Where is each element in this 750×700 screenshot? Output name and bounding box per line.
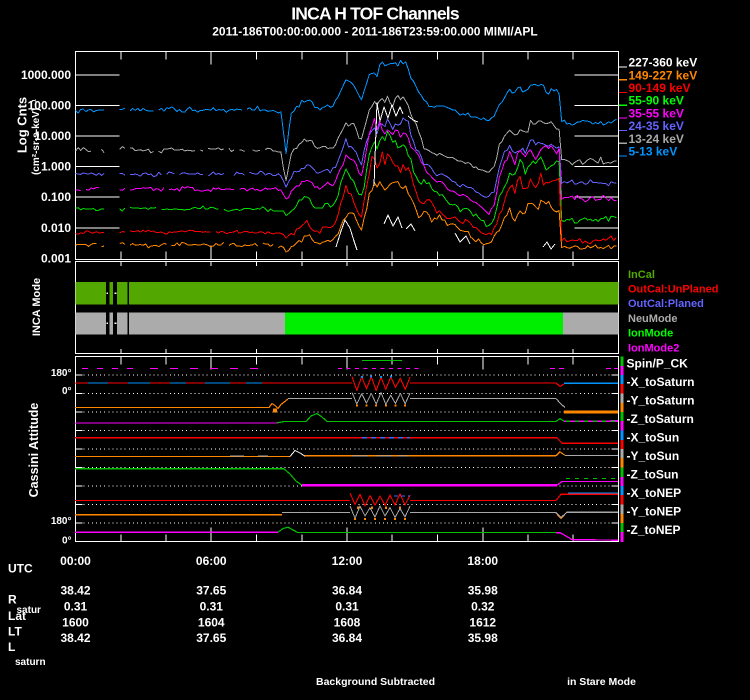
svg-text:0.31: 0.31 bbox=[200, 600, 224, 614]
svg-text:IonMode2: IonMode2 bbox=[628, 342, 679, 354]
svg-text:IonMode: IonMode bbox=[628, 328, 673, 340]
svg-text:Cassini Attitude: Cassini Attitude bbox=[27, 403, 41, 498]
svg-text:2011-186T00:00:00.000 - 2011-1: 2011-186T00:00:00.000 - 2011-186T23:59:0… bbox=[212, 25, 538, 39]
svg-text:Log Cnts: Log Cnts bbox=[15, 97, 30, 153]
svg-text:LT: LT bbox=[8, 625, 22, 639]
svg-text:1.000: 1.000 bbox=[41, 160, 71, 174]
svg-text:180°: 180° bbox=[51, 368, 72, 379]
svg-text:0.32: 0.32 bbox=[471, 600, 495, 614]
svg-text:18:00: 18:00 bbox=[467, 554, 498, 568]
svg-text:5-13 keV: 5-13 keV bbox=[629, 145, 678, 159]
svg-text:180°: 180° bbox=[51, 516, 72, 527]
svg-text:OutCal:UnPlaned: OutCal:UnPlaned bbox=[628, 284, 718, 296]
svg-text:35.98: 35.98 bbox=[468, 631, 498, 645]
svg-text:Lat: Lat bbox=[8, 609, 26, 623]
svg-text:12:00: 12:00 bbox=[332, 554, 363, 568]
svg-text:36.84: 36.84 bbox=[332, 631, 362, 645]
svg-text:1600: 1600 bbox=[62, 615, 89, 629]
svg-text:INCA Mode: INCA Mode bbox=[31, 278, 43, 336]
svg-text:-Z_toSun: -Z_toSun bbox=[627, 468, 679, 482]
svg-text:0.010: 0.010 bbox=[41, 221, 71, 235]
svg-text:-Z_toSaturn: -Z_toSaturn bbox=[627, 412, 694, 426]
svg-text:(cm²-sr-s-keV)¯¹: (cm²-sr-s-keV)¯¹ bbox=[30, 98, 42, 175]
svg-text:InCal: InCal bbox=[628, 269, 655, 281]
svg-text:-X_toNEP: -X_toNEP bbox=[627, 486, 682, 500]
svg-text:-Y_toNEP: -Y_toNEP bbox=[627, 505, 682, 519]
svg-text:-X_toSun: -X_toSun bbox=[627, 431, 680, 445]
svg-text:in Stare Mode: in Stare Mode bbox=[567, 676, 636, 688]
svg-text:UTC: UTC bbox=[8, 562, 33, 576]
svg-text:NeuMode: NeuMode bbox=[628, 313, 678, 325]
svg-text:0.31: 0.31 bbox=[64, 600, 88, 614]
svg-text:1604: 1604 bbox=[198, 615, 225, 629]
svg-text:L: L bbox=[8, 640, 15, 654]
svg-text:0.31: 0.31 bbox=[335, 600, 359, 614]
svg-text:saturn: saturn bbox=[15, 657, 46, 668]
svg-text:0.001: 0.001 bbox=[41, 251, 71, 265]
svg-text:37.65: 37.65 bbox=[196, 631, 226, 645]
svg-text:1608: 1608 bbox=[334, 615, 361, 629]
svg-text:1000.000: 1000.000 bbox=[21, 68, 71, 82]
svg-text:OutCal:Planed: OutCal:Planed bbox=[628, 298, 704, 310]
svg-text:0.100: 0.100 bbox=[41, 190, 71, 204]
svg-text:Background Subtracted: Background Subtracted bbox=[316, 676, 435, 688]
svg-text:37.65: 37.65 bbox=[196, 584, 226, 598]
svg-text:-Y_toSaturn: -Y_toSaturn bbox=[627, 394, 695, 408]
svg-text:36.84: 36.84 bbox=[332, 584, 362, 598]
svg-text:0°: 0° bbox=[62, 386, 72, 397]
svg-text:38.42: 38.42 bbox=[60, 631, 90, 645]
svg-text:INCA H TOF Channels: INCA H TOF Channels bbox=[291, 4, 460, 24]
svg-text:00:00: 00:00 bbox=[60, 554, 91, 568]
svg-text:-X_toSaturn: -X_toSaturn bbox=[627, 375, 695, 389]
svg-text:06:00: 06:00 bbox=[196, 554, 227, 568]
svg-text:Spin/P_CK: Spin/P_CK bbox=[627, 357, 689, 371]
svg-text:0°: 0° bbox=[62, 536, 72, 547]
svg-text:1612: 1612 bbox=[469, 615, 496, 629]
svg-text:38.42: 38.42 bbox=[60, 584, 90, 598]
svg-text:35.98: 35.98 bbox=[468, 584, 498, 598]
svg-text:-Z_toNEP: -Z_toNEP bbox=[627, 523, 681, 537]
svg-text:-Y_toSun: -Y_toSun bbox=[627, 449, 680, 463]
